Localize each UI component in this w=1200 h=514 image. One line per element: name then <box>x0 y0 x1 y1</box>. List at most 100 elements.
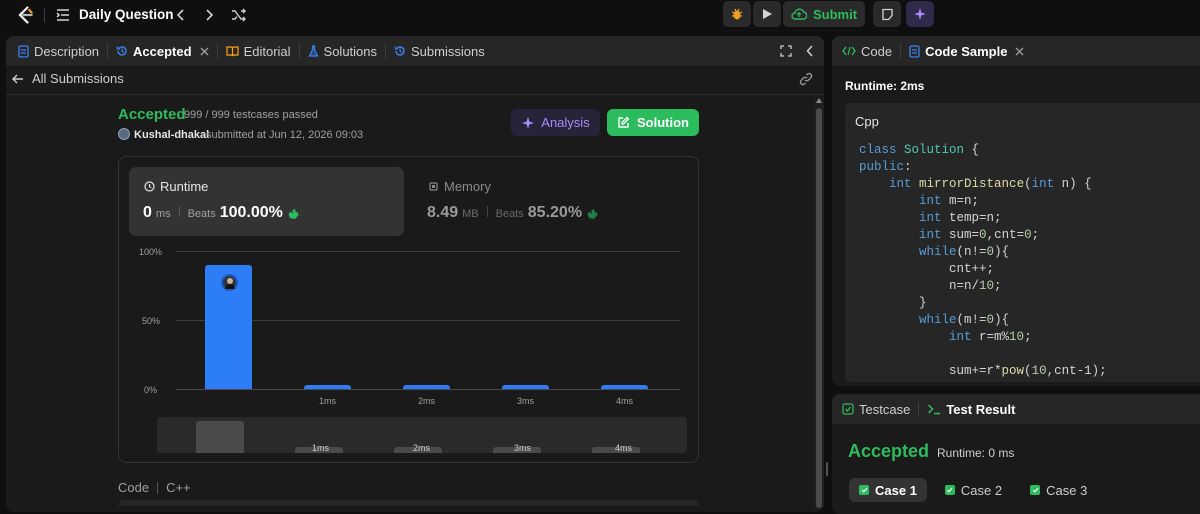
panel-resize-handle[interactable] <box>826 462 828 476</box>
prev-problem-icon[interactable] <box>172 6 190 24</box>
document-icon <box>18 44 29 58</box>
chip-icon <box>429 182 438 191</box>
shuffle-icon[interactable] <box>229 6 249 24</box>
test-result-runtime: Runtime: 0 ms <box>937 446 1015 460</box>
copy-link-icon[interactable] <box>798 71 814 87</box>
x-tick-4ms: 4ms <box>616 396 634 406</box>
maximize-icon[interactable] <box>778 43 794 59</box>
code-block-top <box>118 500 699 506</box>
gridline-0 <box>176 389 680 390</box>
tab-accepted[interactable]: Accepted <box>108 36 217 66</box>
tab-testcase-label: Testcase <box>859 401 911 417</box>
user-avatar-marker <box>221 274 238 291</box>
scrollbar-thumb[interactable] <box>816 108 822 508</box>
right-tab-bar: Code Code Sample <box>832 36 1200 66</box>
leetcode-logo-icon[interactable] <box>14 4 36 26</box>
code-line: sum+=r*pow(10,cnt-1); <box>859 364 1107 378</box>
tab-testcase[interactable]: Testcase <box>834 394 918 424</box>
range-brush-handle[interactable] <box>196 421 244 453</box>
tab-code-sample[interactable]: Code Sample <box>901 36 1032 66</box>
tab-submissions[interactable]: Submissions <box>386 36 493 66</box>
code-language-label: Cpp <box>855 114 879 129</box>
test-result-status: Accepted <box>848 441 930 461</box>
bug-icon <box>731 8 743 20</box>
bar-1ms[interactable] <box>304 384 351 389</box>
y-tick-0: 0% <box>144 385 158 395</box>
code-lang-value: C++ <box>166 480 191 495</box>
case-3-button[interactable]: Case 3 <box>1020 478 1097 502</box>
run-button[interactable] <box>753 1 781 27</box>
runtime-divider <box>178 206 180 217</box>
runtime-value: 0 <box>143 204 152 221</box>
problem-list-icon[interactable] <box>54 6 72 24</box>
daily-question-title[interactable]: Daily Question <box>79 7 174 22</box>
tab-code[interactable]: Code <box>834 36 900 66</box>
code-line: int sum=0,cnt=0; <box>919 228 1040 242</box>
memory-label: Memory <box>444 179 491 194</box>
ai-assist-button[interactable] <box>906 1 934 27</box>
submit-button[interactable]: Submit <box>783 1 865 27</box>
test-result-panel: Testcase Test Result Accepted Runtime: 0… <box>832 394 1200 514</box>
tab-code-sample-label: Code Sample <box>925 43 1008 59</box>
runtime-label: Runtime <box>160 179 209 194</box>
analysis-label: Analysis <box>541 115 590 130</box>
all-submissions-label: All Submissions <box>32 71 124 86</box>
testcases-passed: 999 / 999 testcases passed <box>184 109 318 121</box>
section-divider <box>6 94 824 95</box>
book-icon <box>225 46 239 57</box>
scrollbar-up-arrow[interactable] <box>816 98 822 103</box>
tab-code-label: Code <box>861 43 893 59</box>
next-problem-icon[interactable] <box>200 6 218 24</box>
memory-stats: 8.49 MB Beats 85.20% <box>427 204 599 222</box>
collapse-icon[interactable] <box>802 43 818 59</box>
code-sample-box: Cpp class Solution {public: int mirrorDi… <box>845 103 1200 382</box>
code-line: int temp=n; <box>919 211 1002 225</box>
code-line: class Solution { <box>859 143 980 157</box>
runtime-card[interactable] <box>129 167 404 236</box>
logo-divider <box>44 8 45 22</box>
terminal-icon <box>928 404 941 415</box>
submit-label: Submit <box>812 6 858 22</box>
tab-solutions[interactable]: Solutions <box>300 36 385 66</box>
brush-label-1ms: 1ms <box>312 443 330 453</box>
close-tab-icon[interactable] <box>200 47 209 56</box>
tab-editorial-label: Editorial <box>243 43 291 59</box>
all-submissions-link[interactable]: All Submissions <box>12 71 124 86</box>
submitted-at: submitted at Jun 12, 2026 09:03 <box>206 129 364 141</box>
tab-test-result[interactable]: Test Result <box>919 394 1023 424</box>
x-tick-3ms: 3ms <box>517 396 535 406</box>
tab-solutions-label: Solutions <box>323 43 378 59</box>
arrow-left-icon <box>12 74 23 83</box>
code-line: n=n/10; <box>859 279 1002 293</box>
edit-icon <box>618 116 630 128</box>
bar-4ms[interactable] <box>601 384 648 389</box>
close-tab-icon[interactable] <box>1015 47 1024 56</box>
code-line: int m=n; <box>919 194 980 208</box>
runtime-beats-label: Beats <box>187 208 216 220</box>
sparkle-icon <box>522 116 535 129</box>
tab-description[interactable]: Description <box>10 36 107 66</box>
analysis-button[interactable]: Analysis <box>511 109 600 136</box>
code-line: while(n!=0){ <box>919 245 1010 259</box>
tab-accepted-label: Accepted <box>133 43 192 59</box>
code-listing: class Solution {public: int mirrorDistan… <box>859 142 1107 380</box>
user-avatar[interactable] <box>118 128 130 140</box>
tab-test-result-label: Test Result <box>946 401 1016 417</box>
solution-button[interactable]: Solution <box>607 109 699 136</box>
memory-card[interactable] <box>416 167 691 236</box>
check-icon <box>944 485 955 495</box>
memory-value: 8.49 <box>427 204 459 221</box>
notes-button[interactable] <box>873 1 901 27</box>
case-2-button[interactable]: Case 2 <box>935 478 1012 502</box>
bar-2ms[interactable] <box>403 384 450 389</box>
code-line: } <box>859 296 927 310</box>
bar-3ms[interactable] <box>502 384 549 389</box>
y-tick-100: 100% <box>139 247 163 257</box>
tab-editorial[interactable]: Editorial <box>218 36 299 66</box>
memory-divider <box>486 206 488 217</box>
username[interactable]: Kushal-dhakal <box>134 129 209 141</box>
debug-button[interactable] <box>723 1 751 27</box>
runtime-unit: ms <box>155 208 171 220</box>
tab-submissions-label: Submissions <box>411 43 485 59</box>
case-1-button[interactable]: Case 1 <box>849 478 927 502</box>
